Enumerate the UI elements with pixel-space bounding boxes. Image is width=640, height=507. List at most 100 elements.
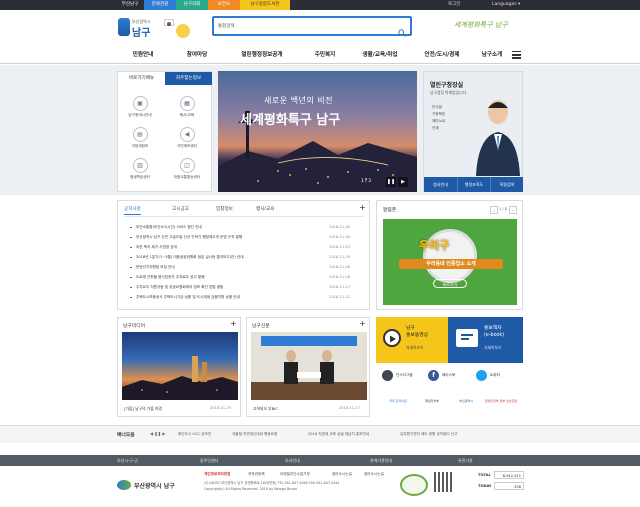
banner-go-button[interactable]: 바로가기	[433, 279, 467, 288]
promo-video-box[interactable]: 남구 홍보동영상 자세히보기	[376, 317, 448, 363]
twitter-icon	[476, 370, 487, 381]
mayor-menu-item[interactable]: 재미노트	[432, 118, 445, 125]
site-logo[interactable]: 부산광역시 남구	[118, 16, 190, 40]
newspaper-thumbnail[interactable]	[251, 332, 367, 400]
media-more-icon[interactable]: +	[230, 320, 237, 328]
quick-tab-shortcuts[interactable]: 바로가기메뉴	[118, 72, 165, 85]
media-thumbnail[interactable]	[122, 332, 238, 400]
notice-tab-announcements[interactable]: 고시공고	[172, 206, 189, 212]
partner-link[interactable]: 행정자치부	[416, 392, 448, 410]
building-icon: ▣	[132, 96, 148, 111]
topbar-tab-culture[interactable]: 문화관광	[144, 0, 176, 10]
notice-tab-events[interactable]: 행사/교육	[256, 206, 274, 212]
nav-participation[interactable]: 참여마당	[172, 46, 222, 64]
media-date: 2018-11-29	[210, 406, 231, 410]
promo-video-link[interactable]: 자세히보기	[406, 345, 423, 351]
twitter-link[interactable]: 트위터	[476, 370, 516, 382]
related-site-select[interactable]: 부산시·구·군	[117, 455, 138, 466]
related-site-select[interactable]: 부서안내	[285, 455, 300, 466]
slider-next-button[interactable]: ▶	[398, 177, 408, 187]
footer-logo-emblem-icon	[117, 480, 131, 490]
footer-link-privacy[interactable]: 개인정보처리방침	[204, 472, 230, 477]
mayor-menu-item[interactable]: 구정목표	[432, 111, 445, 118]
mayor-button-building[interactable]: 청사안내	[424, 177, 457, 192]
main-navigation: 민원안내 참여마당 열린행정정보공개 주민복지 생활/교육/취업 안전/도시/경…	[0, 46, 640, 64]
nav-about[interactable]: 남구소개	[472, 46, 512, 64]
search-input[interactable]	[218, 21, 388, 31]
menu-hamburger-icon[interactable]	[512, 51, 521, 59]
promo-book-box[interactable]: 홍보책자 (e-book) 자세히보기	[448, 317, 523, 363]
newspaper-caption[interactable]: 고하되오 부BIC	[253, 406, 278, 412]
notice-tab-bids[interactable]: 입찰정보	[216, 206, 233, 212]
media-caption[interactable]: [가을] 남구의 가을 야경	[124, 406, 162, 412]
mayor-menu-item[interactable]: 관계	[432, 125, 445, 132]
newspaper-more-icon[interactable]: +	[359, 320, 366, 328]
quick-item-notice[interactable]: ▣ 남구청게시안내	[125, 96, 155, 122]
site-footer: 부산광역시 남구 개인정보처리방침 저작권정책 이메일무단수집거부 찾아오시는길…	[0, 466, 640, 507]
notice-item[interactable]: 여권 책자 제거 사업장 공개 2018-11-29	[130, 243, 350, 251]
mayor-menu-item[interactable]: 인사말	[432, 104, 445, 111]
banner-zone-item[interactable]: 겨울철 자연재난대비 행동요령	[232, 432, 277, 437]
nav-welfare[interactable]: 주민복지	[302, 46, 348, 64]
instagram-link[interactable]: 인스타그램	[382, 370, 422, 382]
video-play-icon	[383, 329, 401, 347]
partner-link[interactable]: 행정안전부 정부 보안포털	[484, 392, 518, 410]
quick-tab-frequent[interactable]: 자주찾는정보	[165, 72, 212, 85]
languages-dropdown[interactable]: Languages ▾	[492, 0, 520, 10]
nav-life-education[interactable]: 생활/교육/취업	[348, 46, 412, 64]
mayor-subtitle: 남구청장 박재범입니다.	[430, 90, 468, 95]
topbar-tab-council[interactable]: 남구의회	[176, 0, 208, 10]
facebook-link[interactable]: f 페이스북	[428, 370, 468, 382]
mayor-menu: 인사말 구정목표 재미노트 관계	[432, 104, 445, 132]
banner-zone-item[interactable]: 유치원가연차 제도 위원 공직윤리 신고	[400, 432, 457, 437]
notice-item[interactable]: 주차요지 지원규동 및 공공요원회재의 정보 확인 방법 알림 2018-11-2…	[130, 283, 350, 291]
promo-video-title: 남구 홍보동영상	[406, 326, 429, 338]
nav-civil-service[interactable]: 민원안내	[118, 46, 168, 64]
nav-open-admin[interactable]: 열린행정정보공개	[224, 46, 300, 64]
alarm-prev-button[interactable]: ‹	[490, 206, 498, 214]
nav-safety-city[interactable]: 안전/도시/경제	[412, 46, 472, 64]
login-link[interactable]: 로그인	[448, 0, 460, 10]
footer-logo-text: 부산광역시 남구	[134, 483, 175, 490]
topbar-tab-health[interactable]: 보건소	[208, 0, 240, 10]
topbar-tab-busan[interactable]: 부산남구	[116, 0, 144, 10]
notice-item[interactable]: 도로명 간판물 음식업권자 주차료도 공고 발행 2018-11-28	[130, 273, 350, 281]
related-site-select[interactable]: 유관기관	[458, 455, 473, 466]
alarm-next-button[interactable]: ›	[509, 206, 517, 214]
topbar-tab-library[interactable]: 남구종합도서관	[240, 0, 290, 10]
related-site-select[interactable]: 동주민센터	[200, 455, 218, 466]
mayor-photo	[470, 92, 522, 176]
quick-item-report[interactable]: ◀ 국민제보센터	[172, 127, 202, 153]
banner-zone-item[interactable]: 확인도시 UCC 공모전	[178, 432, 211, 437]
mayor-button-staff-search[interactable]: 직원검색	[490, 177, 523, 192]
notice-more-icon[interactable]: +	[359, 204, 366, 212]
notice-item[interactable]: 운영선거지원팀 모집 안내 2018-11-28	[130, 263, 350, 271]
slider-pause-button[interactable]: ❚❚	[386, 177, 396, 187]
web-accessibility-mark-icon	[400, 474, 428, 496]
notice-tab-notices[interactable]: 공지사항	[124, 206, 141, 215]
quick-item-tax[interactable]: ▤ 지방세정보	[125, 127, 155, 153]
footer-link-directions[interactable]: 찾아오시는길	[332, 472, 352, 477]
megaphone-icon: ◀	[179, 127, 195, 142]
footer-link-email[interactable]: 이메일무단수집거부	[280, 472, 310, 477]
notice-item[interactable]: 2018년 1분기(1~3월) 대중공공위원회 점검 실시현 결과보고(안) 안…	[130, 253, 350, 261]
promo-book-link[interactable]: 자세히보기	[484, 345, 501, 351]
main-visual-slider[interactable]: 새로운 백년의 비전 세계평화특구 남구 1 / 3 ❚❚ ▶	[218, 71, 417, 192]
search-icon[interactable]	[398, 22, 406, 37]
partner-link[interactable]: 부산광역시	[450, 392, 482, 410]
notice-item[interactable]: 주택도시보증공사 주택도시기금 상품 및 도시재생 금융지원 상품 안내 2018…	[130, 293, 350, 301]
quick-item-events[interactable]: ▦ 행사/교육	[172, 96, 202, 122]
notice-item[interactable]: 부산소통합(부산소식시선) 서비스 중단 안내 2018-11-30	[130, 223, 350, 231]
night-city-illustration	[218, 111, 417, 192]
footer-link-sitemap[interactable]: 찾아오시는길	[364, 472, 384, 477]
related-site-select[interactable]: 관계기관안내	[370, 455, 392, 466]
alarm-banner[interactable]: 우리구 우리동네 인증업소 소개 바로가기	[383, 219, 517, 305]
notice-item[interactable]: 부산광역시 남구 주민 고급오일 신규 인력기 행정매크게 운영 규칙 발행 20…	[130, 233, 350, 241]
partner-link[interactable]: 국회 한국의원	[382, 392, 414, 410]
footer-link-copyright[interactable]: 저작권정책	[248, 472, 265, 477]
quick-item-transit[interactable]: ◫ 대중교통환승센터	[172, 158, 202, 184]
banner-zone-item[interactable]: 2018 지방세 교육 상설 체납지 홍보안내	[308, 432, 369, 437]
mayor-button-org-chart[interactable]: 행정조직도	[457, 177, 490, 192]
banner-prev-button[interactable]: ◀ ❚❚ ▶	[150, 431, 165, 436]
quick-item-learning[interactable]: ▥ 평생학습센터	[125, 158, 155, 184]
